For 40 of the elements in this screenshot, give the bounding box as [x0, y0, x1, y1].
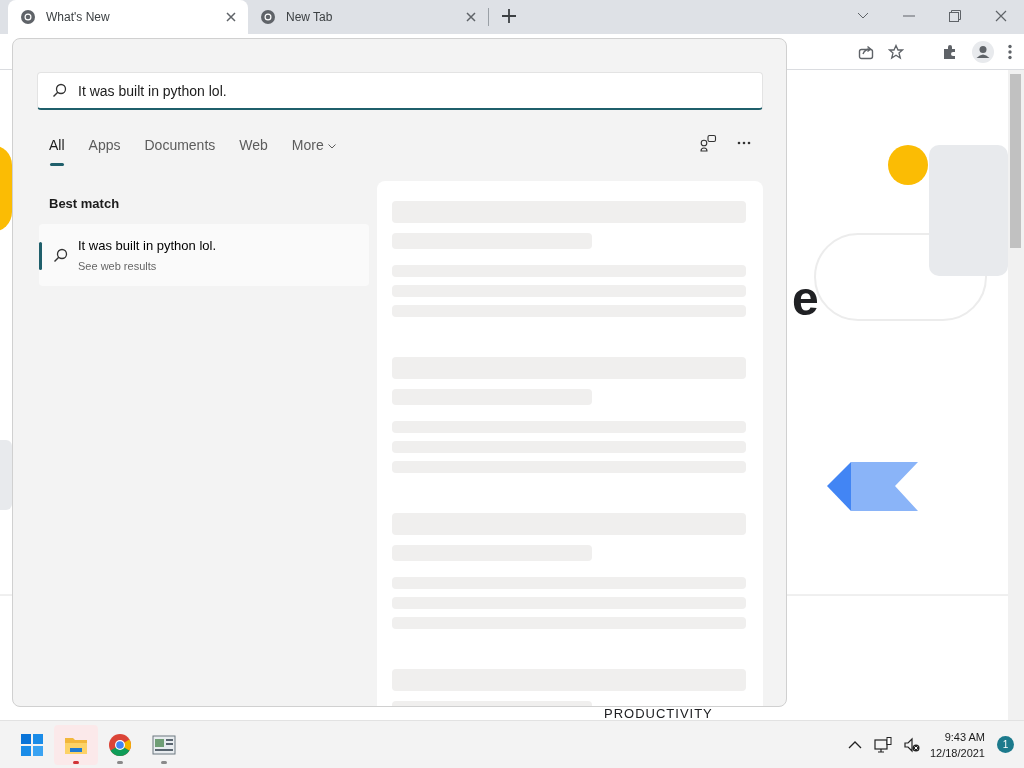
section-label: PRODUCTIVITY — [604, 708, 713, 720]
start-icon — [20, 732, 44, 757]
section-heading: Best match — [49, 195, 120, 213]
people-icon[interactable] — [699, 134, 717, 152]
close-icon[interactable] — [466, 12, 476, 22]
notification-badge[interactable]: 1 — [997, 736, 1014, 753]
muted-speaker-icon[interactable] — [903, 736, 920, 753]
profile-icon[interactable] — [972, 40, 994, 63]
clock[interactable]: 9:43 AM 12/18/2021 — [929, 728, 985, 761]
restore-icon[interactable] — [949, 10, 961, 22]
search-result[interactable]: It was built in python lol. See web results — [39, 224, 369, 286]
close-icon[interactable] — [995, 10, 1007, 22]
taskbar-button[interactable] — [54, 724, 98, 765]
filter-tab[interactable]: Documents — [144, 135, 216, 166]
circle-shape — [888, 145, 928, 185]
browser-tab[interactable]: What's New — [8, 0, 248, 34]
heading-text: e — [792, 284, 819, 314]
chrome-logo-icon — [108, 732, 132, 757]
scrollbar-thumb[interactable] — [1010, 74, 1021, 248]
menu-icon[interactable] — [1008, 43, 1012, 60]
chevron-up-icon[interactable] — [847, 740, 862, 749]
puzzle-icon[interactable] — [942, 43, 958, 60]
caret-icon[interactable] — [857, 12, 869, 20]
search-icon — [53, 247, 68, 263]
new-tab-icon[interactable] — [502, 9, 516, 24]
filter-tab[interactable]: All — [49, 135, 65, 166]
search-field[interactable]: It was built in python lol. — [37, 72, 763, 110]
more-options-icon[interactable] — [737, 141, 751, 145]
search-icon — [52, 83, 67, 98]
chrome-logo-icon — [20, 9, 36, 25]
star-icon[interactable] — [888, 43, 904, 60]
document-icon — [152, 732, 176, 757]
filter-tab[interactable]: Apps — [88, 135, 121, 166]
filter-tab[interactable]: More — [291, 135, 336, 166]
browser-tab[interactable]: New Tab — [248, 0, 488, 34]
chrome-logo-icon — [260, 9, 276, 25]
close-icon[interactable] — [226, 12, 236, 22]
filter-tab[interactable]: Web — [239, 135, 268, 166]
network-icon[interactable] — [873, 736, 892, 753]
share-icon[interactable] — [858, 43, 874, 60]
